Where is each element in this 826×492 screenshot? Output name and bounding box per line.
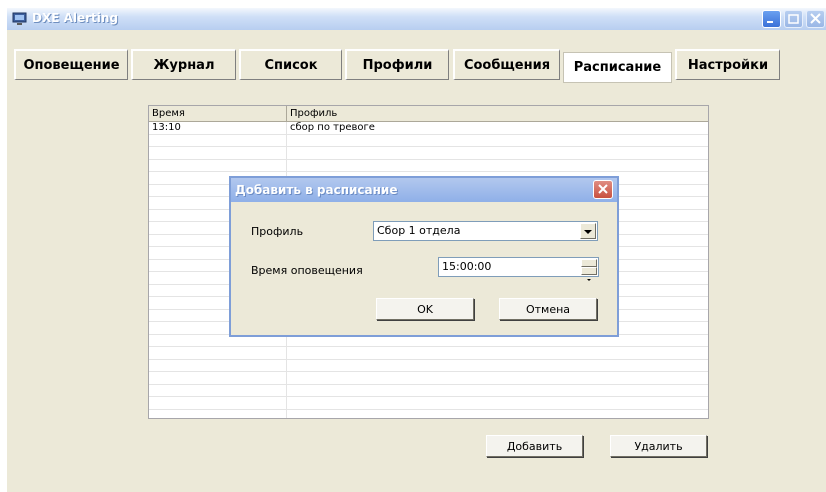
spinner-arrows-icon <box>581 259 597 281</box>
dialog-titlebar[interactable]: Добавить в расписание <box>231 178 617 202</box>
table-row-empty <box>149 147 708 160</box>
time-input-value: 15:00:00 <box>442 260 492 273</box>
time-label: Время оповещения <box>251 264 363 277</box>
dialog-close-button[interactable] <box>593 180 613 199</box>
maximize-icon <box>788 14 799 24</box>
table-row-empty <box>149 410 708 419</box>
table-row-empty <box>149 160 708 172</box>
cancel-button[interactable]: Отмена <box>499 298 597 320</box>
close-icon <box>810 13 821 24</box>
profile-select-value: Сбор 1 отдела <box>377 224 461 237</box>
row-time: 13:10 <box>152 122 181 133</box>
ok-button[interactable]: OK <box>376 298 474 320</box>
table-row-empty <box>149 385 708 397</box>
profile-label: Профиль <box>251 225 304 238</box>
time-input[interactable]: 15:00:00 <box>438 257 599 281</box>
chevron-down-icon <box>584 230 592 234</box>
tab-messages[interactable]: Сообщения <box>453 49 560 80</box>
tab-schedule[interactable]: Расписание <box>563 52 672 83</box>
tab-settings[interactable]: Настройки <box>675 49 780 80</box>
minimize-button[interactable] <box>762 10 781 28</box>
dialog-title: Добавить в расписание <box>235 183 398 197</box>
tab-profiles[interactable]: Профили <box>345 49 449 80</box>
add-schedule-dialog: Добавить в расписание Профиль Сбор 1 отд… <box>229 176 619 337</box>
table-row-empty <box>149 372 708 385</box>
window-title: DXE Alerting <box>32 11 119 25</box>
time-decrement-button[interactable] <box>581 267 597 281</box>
column-header-time[interactable]: Время <box>149 106 287 121</box>
minimize-icon <box>767 21 773 23</box>
tab-list[interactable]: Список <box>239 49 342 80</box>
arrow-down-icon <box>587 279 591 281</box>
time-increment-button[interactable] <box>581 259 597 273</box>
column-header-profile[interactable]: Профиль <box>287 106 708 121</box>
close-icon <box>598 184 608 194</box>
tab-alert[interactable]: Оповещение <box>14 49 128 80</box>
profile-dropdown-button[interactable] <box>580 223 596 239</box>
app-icon <box>12 11 27 25</box>
delete-button[interactable]: Удалить <box>610 435 707 457</box>
table-row-empty <box>149 347 708 360</box>
window-titlebar[interactable]: DXE Alerting <box>7 8 826 30</box>
table-row-empty <box>149 360 708 372</box>
profile-select[interactable]: Сбор 1 отдела <box>373 221 598 241</box>
table-row-empty <box>149 135 708 147</box>
add-button[interactable]: Добавить <box>486 435 583 457</box>
close-button[interactable] <box>806 10 825 28</box>
tab-journal[interactable]: Журнал <box>131 49 236 80</box>
table-row[interactable]: 13:10 сбор по тревоге <box>149 122 708 135</box>
table-row-empty <box>149 397 708 410</box>
list-header: Время Профиль <box>149 106 708 122</box>
row-profile: сбор по тревоге <box>290 122 375 133</box>
maximize-button[interactable] <box>784 10 803 28</box>
